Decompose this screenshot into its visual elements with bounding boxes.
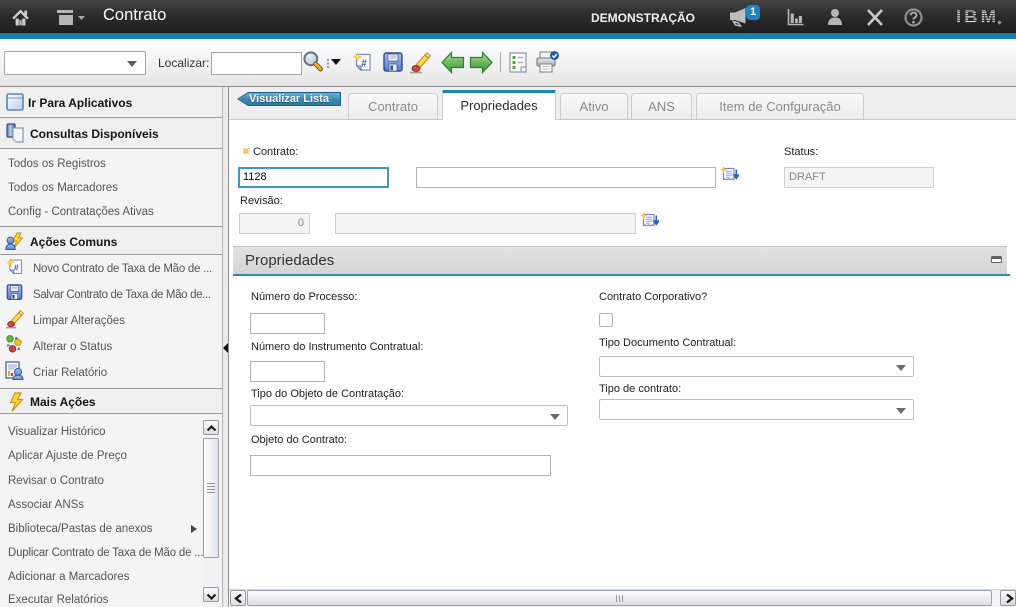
svg-text:#: # xyxy=(361,59,367,70)
svg-text:#: # xyxy=(14,262,19,272)
svg-text:IBM: IBM xyxy=(956,7,996,26)
